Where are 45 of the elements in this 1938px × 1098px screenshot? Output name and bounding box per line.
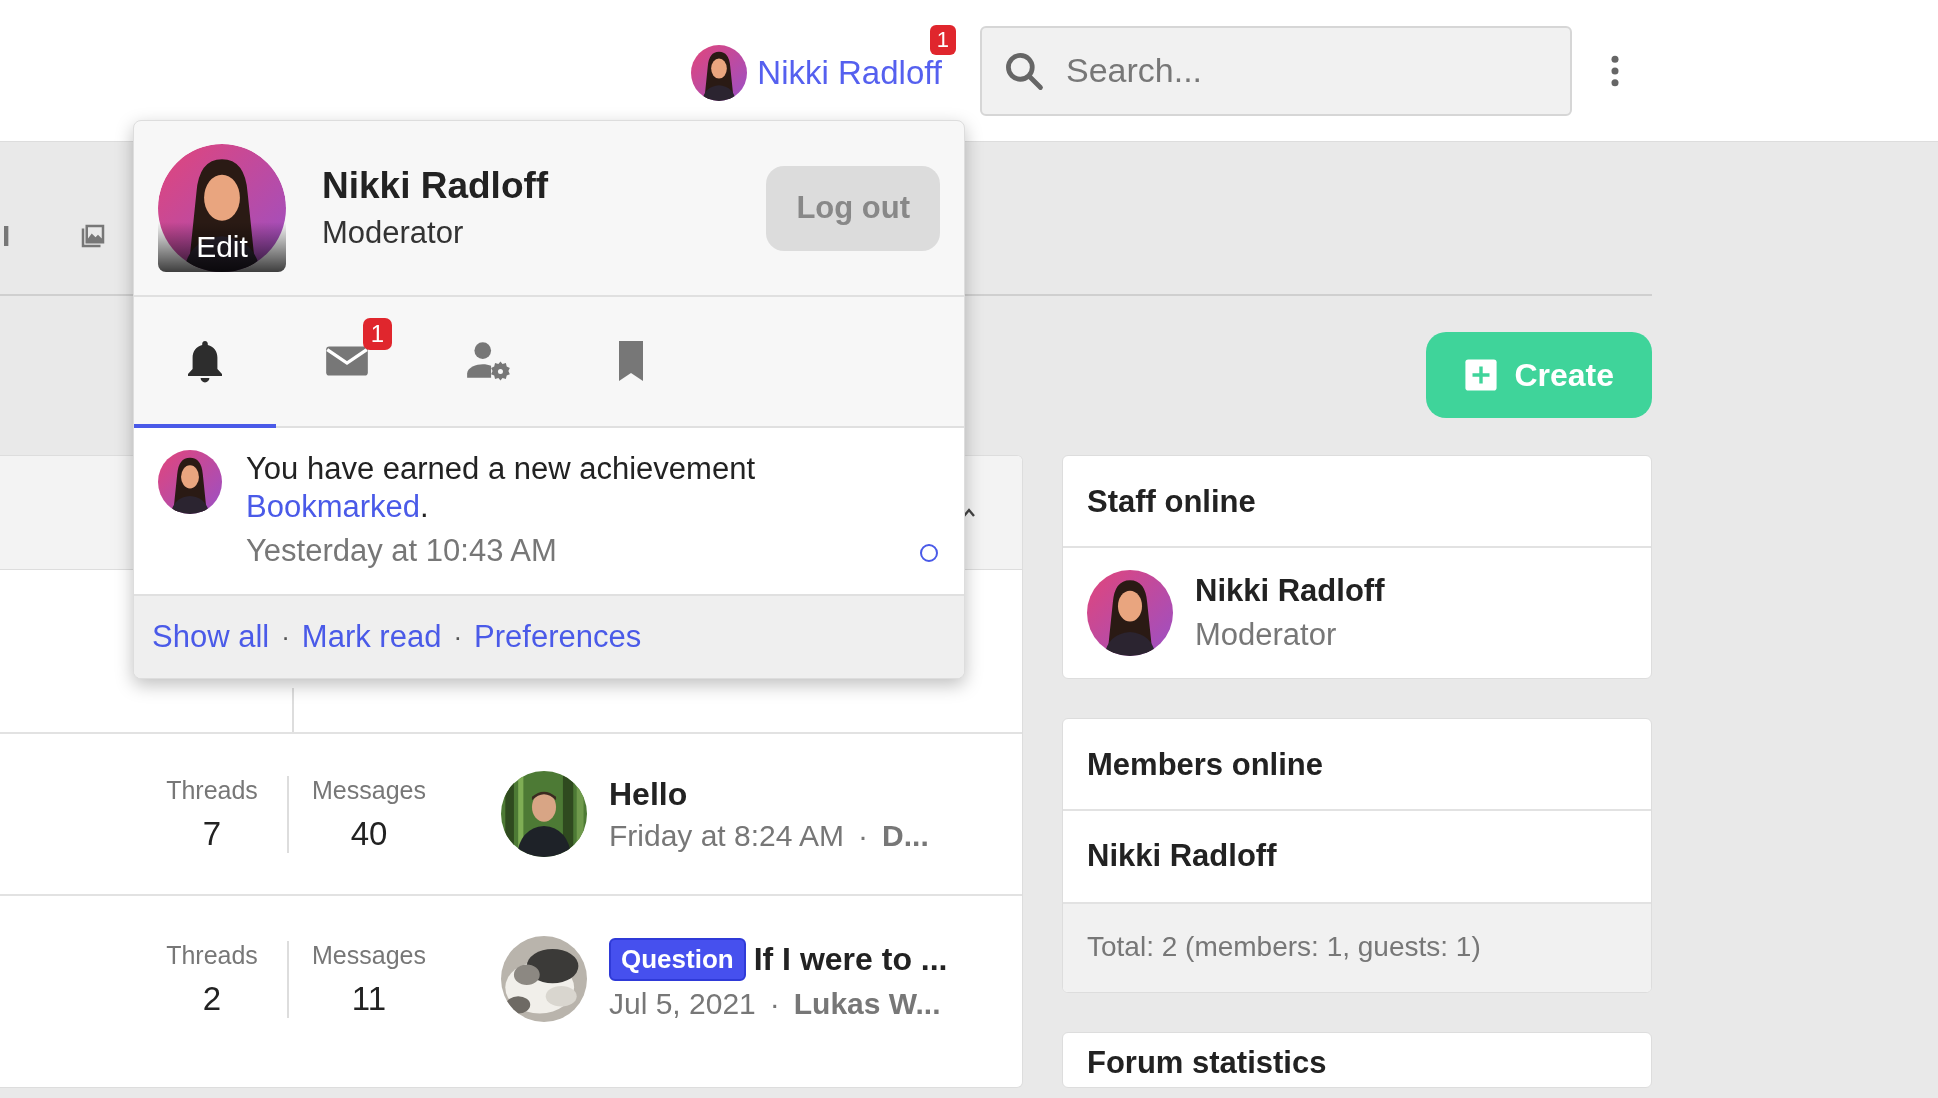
stat-label: Messages xyxy=(312,775,426,805)
separator-dot: · xyxy=(769,986,780,1021)
notification-badge: 1 xyxy=(929,24,956,55)
member-name-link[interactable]: Nikki Radloff xyxy=(1087,838,1277,874)
logout-button[interactable]: Log out xyxy=(766,165,940,251)
count-badge: 1 xyxy=(362,317,392,350)
stat-value: 11 xyxy=(351,979,387,1018)
separator-dot: · xyxy=(281,621,290,653)
user-name: Nikki Radloff xyxy=(322,165,550,207)
more-menu-icon[interactable] xyxy=(1610,54,1620,87)
separator-dot: · xyxy=(858,818,869,853)
footer-link[interactable]: Show all xyxy=(152,619,270,655)
stat-label: Threads xyxy=(166,940,258,970)
card-title: Forum statistics xyxy=(1086,1044,1328,1082)
member-name-link[interactable]: Nikki Radloff xyxy=(1195,573,1385,609)
author-link[interactable]: Lukas W... xyxy=(793,986,941,1021)
stat-label: Threads xyxy=(166,775,258,805)
nav-tab[interactable]: I xyxy=(2,219,11,253)
question-tag[interactable]: Question xyxy=(609,937,746,981)
thread-title-link[interactable]: If I were to ... xyxy=(753,940,948,978)
author-link[interactable]: D... xyxy=(882,818,929,853)
post-date: Jul 5, 2021 xyxy=(609,986,756,1021)
post-date: Friday at 8:24 AM xyxy=(609,818,845,853)
notification-text: You have earned a new achievement Bookmarked. xyxy=(246,450,756,526)
card-title: Staff online xyxy=(1063,456,1651,548)
notification-time: Yesterday at 10:43 AM xyxy=(246,532,557,570)
card-title: Members online xyxy=(1063,719,1651,811)
member-role: Moderator xyxy=(1195,617,1338,653)
stat-value: 40 xyxy=(350,814,388,853)
stat-value: 2 xyxy=(202,979,222,1018)
avatar[interactable] xyxy=(158,144,286,272)
plus-icon xyxy=(1464,358,1499,392)
popup-tab[interactable]: 1 xyxy=(276,297,418,428)
edit-avatar-button[interactable]: Edit xyxy=(158,222,286,272)
read-status-toggle[interactable] xyxy=(920,544,938,562)
search-field[interactable]: Search... xyxy=(980,25,1572,116)
separator-dot: · xyxy=(453,621,463,653)
user-role: Moderator xyxy=(322,215,465,251)
stat-label: Messages xyxy=(312,940,426,970)
achievement-link[interactable]: Bookmarked xyxy=(246,489,421,524)
footer-link[interactable]: Preferences xyxy=(474,619,642,655)
thread-title-link[interactable]: Hello xyxy=(609,775,688,813)
stat-value: 7 xyxy=(202,814,222,853)
online-total: Total: 2 (members: 1, guests: 1) xyxy=(1063,902,1651,992)
footer-link[interactable]: Mark read xyxy=(301,619,442,655)
